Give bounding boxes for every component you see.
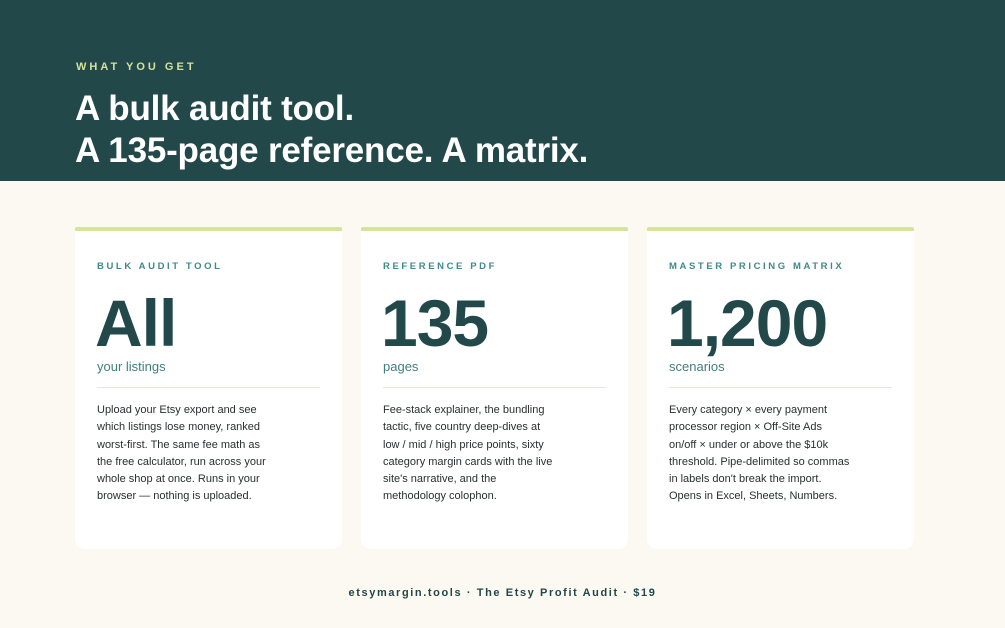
card-description: Upload your Etsy export and see which li… [97,402,277,506]
card-figure: 1,200 [667,286,828,360]
card-description-line: tactic, five country deep-dives at [383,421,541,434]
footer-credit: etsymargin.tools · The Etsy Profit Audit… [348,587,657,599]
card-figure: All [95,286,177,360]
card-description-line: threshold. Pipe-delimited so commas [669,455,850,468]
card-description-line: whole shop at once. Runs in your [97,473,260,486]
card-unit: scenarios [669,359,725,374]
card-description-line: methodology colophon. [383,490,497,503]
hero-eyebrow: WHAT YOU GET [76,61,197,73]
headline-line-1: A bulk audit tool. [75,89,354,128]
card-description: Every category × every payment processor… [669,402,849,506]
card-bulk-audit-tool: BULK AUDIT TOOL All your listings Upload… [75,227,342,549]
card-description-line: browser — nothing is uploaded. [97,490,252,503]
hero-banner: WHAT YOU GET A bulk audit tool. A 135-pa… [0,0,1005,181]
card-reference-pdf: REFERENCE PDF 135 pages Fee-stack explai… [361,227,628,549]
card-description-line: low / mid / high price points, sixty [383,438,544,451]
card-description-line: worst-first. The same fee math as [97,438,261,451]
card-description-line: category margin cards with the live [383,455,553,468]
headline-line-2: A 135-page reference. A matrix. [75,131,589,170]
card-divider [383,387,606,388]
hero-headline: A bulk audit tool. A 135-page reference.… [75,88,588,172]
card-description-line: in labels don't break the import. [669,473,822,486]
card-figure: 135 [381,286,489,360]
card-unit: pages [383,359,419,374]
card-label: MASTER PRICING MATRIX [669,261,845,272]
card-master-pricing-matrix: MASTER PRICING MATRIX 1,200 scenarios Ev… [647,227,914,549]
card-description-line: processor region × Off-Site Ads [669,421,822,434]
card-divider [669,387,892,388]
card-description-line: on/off × under or above the $10k [669,438,829,451]
card-description-line: which listings lose money, ranked [97,421,261,434]
card-description-line: Upload your Etsy export and see [97,404,257,416]
card-description: Fee-stack explainer, the bundling tactic… [383,402,563,506]
card-label: BULK AUDIT TOOL [97,261,223,272]
card-unit: your listings [97,359,166,374]
card-label: REFERENCE PDF [383,261,498,272]
card-description-line: Opens in Excel, Sheets, Numbers. [669,490,838,503]
card-divider [97,387,320,388]
card-description-line: site's narrative, and the [383,473,497,486]
card-description-line: Every category × every payment [669,404,828,416]
card-description-line: Fee-stack explainer, the bundling [383,404,545,416]
card-description-line: the free calculator, run across your [97,455,266,468]
